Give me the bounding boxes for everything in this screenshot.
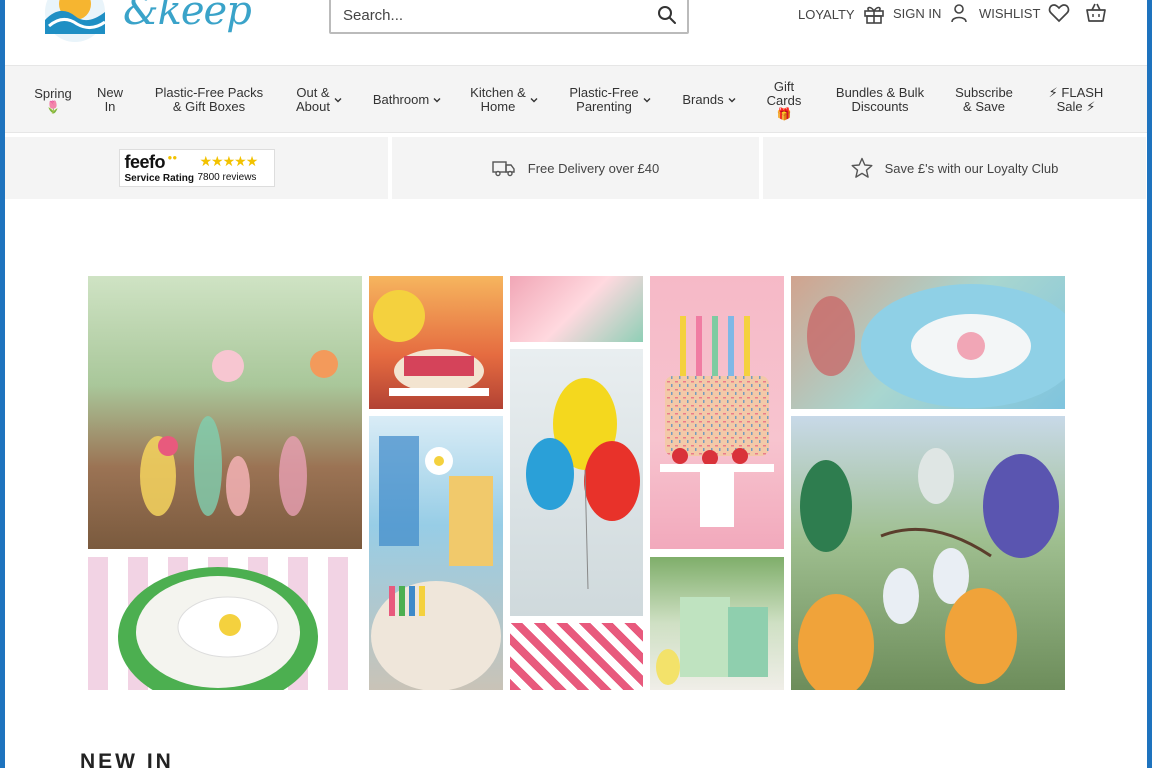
nav-item-plastic-free-packs[interactable]: Plastic-Free Packs & Gift Boxes [145,66,273,134]
loyalty-label: LOYALTY [798,6,855,22]
star-outline-icon [851,157,873,178]
nav-item-plastic-free-parenting[interactable]: Plastic-Free Parenting [561,66,659,134]
collage-image-floral-plates [791,276,1065,409]
nav-label: Discounts [851,99,909,114]
chevron-down-icon [643,98,651,103]
nav-item-out-about[interactable]: Out & About [287,66,351,134]
collage-image-sprinkle-cake [650,276,784,549]
nav-item-bathroom[interactable]: Bathroom [365,66,449,134]
chevron-down-icon [728,98,736,103]
signin-link[interactable]: SIGN IN [893,3,969,23]
nav-label: In [104,99,116,114]
chevron-down-icon [334,98,342,103]
nav-label: Spring [34,86,72,101]
search-icon[interactable] [657,5,677,25]
wishlist-label: WISHLIST [979,5,1041,21]
nav-label: Bundles & Bulk [835,85,925,100]
collage-image-cups-napkins [369,416,503,690]
signin-label: SIGN IN [893,5,942,21]
nav-label: About [296,99,330,114]
collage-image-daisy-plate [88,557,362,690]
nav-label: Sale ⚡ [1056,99,1096,114]
nav-item-bundles[interactable]: Bundles & Bulk Discounts [827,66,933,134]
star-rating-icon: ★★★★★ [199,153,259,169]
nav-label: Home [480,99,516,114]
chevron-down-icon [433,98,441,103]
collage-image-flower-vases [88,276,362,549]
search-bar [329,0,689,34]
nav-item-spring[interactable]: Spring 🌷 [27,66,79,134]
collage-image-easter-eggs [791,416,1065,690]
nav-item-new-in[interactable]: New In [89,66,131,134]
loyalty-text: Save £'s with our Loyalty Club [884,160,1059,176]
usp-loyalty: Save £'s with our Loyalty Club [763,137,1146,199]
chevron-down-icon [530,98,538,103]
gift-icon [863,6,884,24]
delivery-truck-icon [492,161,515,177]
cart-button[interactable] [1085,3,1107,23]
feefo-badge[interactable]: feefo ●● ★★★★★ Service Rating 7800 revie… [118,149,275,187]
feefo-review-count: 7800 reviews [197,172,257,183]
nav-item-flash-sale[interactable]: ⚡ FLASH Sale ⚡ [1035,66,1117,134]
nav-item-subscribe[interactable]: Subscribe & Save [945,66,1023,134]
tulip-icon: 🌷 [45,100,61,114]
delivery-text: Free Delivery over £40 [527,160,660,176]
collage-image-gingham-napkins [510,623,643,690]
collage-image-gift-bags [650,557,784,690]
nav-label: & Save [963,99,1005,114]
section-title-new-in: NEW IN [80,750,174,768]
nav-item-brands[interactable]: Brands [675,66,743,134]
logo-wave-icon [45,0,106,42]
collage-image-paper-fans [510,276,643,342]
nav-label: Out & [296,85,330,100]
nav-label: Gift [773,79,795,94]
nav-label: & Gift Boxes [172,99,246,114]
nav-item-kitchen-home[interactable]: Kitchen & Home [463,66,545,134]
page-frame-right [1147,0,1152,768]
hero-collage[interactable] [88,276,1065,690]
nav-label: New [96,85,123,100]
nav-label: Brands [682,92,724,107]
nav-label: Cards [766,93,802,108]
collage-image-birthday-cake [369,276,503,409]
usp-feefo: feefo ●● ★★★★★ Service Rating 7800 revie… [5,137,388,199]
heart-icon [1049,4,1070,23]
nav-label: Subscribe [955,85,1013,100]
feefo-dots-icon: ●● [167,153,178,162]
feefo-logo-text: feefo [124,152,166,172]
usp-delivery: Free Delivery over £40 [392,137,759,199]
loyalty-link[interactable]: LOYALTY [798,3,885,25]
logo-wordmark: &keep [123,0,252,34]
nav-label: Plastic-Free [569,85,639,100]
nav-item-gift-cards[interactable]: Gift Cards 🎁 [759,66,809,134]
nav-label: Kitchen & [470,85,526,100]
site-header: &keep LOYALTY SIGN IN WISHLIST [5,0,1147,64]
nav-label: ⚡ FLASH [1048,85,1104,100]
main-navigation: Spring 🌷 New In Plastic-Free Packs & Gift B… [5,65,1147,133]
basket-icon [1086,3,1106,22]
feefo-rating-label: Service Rating [124,173,194,184]
nav-label: Plastic-Free Packs [154,85,264,100]
user-icon [951,4,968,23]
nav-label: Bathroom [372,92,430,107]
search-input[interactable] [343,0,643,32]
collage-image-balloons [510,349,643,616]
gift-box-icon: 🎁 [776,107,792,121]
wishlist-link[interactable]: WISHLIST [979,3,1070,23]
nav-label: Parenting [576,99,632,114]
